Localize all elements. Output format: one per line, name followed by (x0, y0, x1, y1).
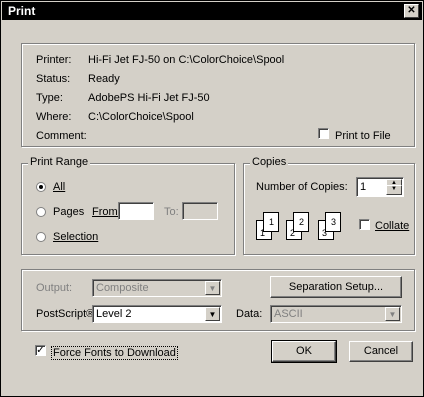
options-group: Output: Composite ▼ PostScript®: Level 2… (21, 269, 415, 331)
print-to-file-checkbox[interactable] (318, 128, 329, 139)
printer-info-group: Printer: Hi-Fi Jet FJ-50 on C:\ColorChoi… (21, 43, 415, 147)
chevron-down-icon[interactable]: ▼ (205, 307, 220, 321)
force-fonts-label[interactable]: Force Fonts to Download (51, 346, 178, 360)
collate-label[interactable]: Collate (375, 220, 409, 232)
pages-radio[interactable] (36, 207, 46, 217)
force-fonts-checkbox[interactable]: ✓ (35, 345, 46, 356)
printer-label: Printer: (36, 54, 72, 66)
output-select[interactable]: Composite ▼ (92, 279, 222, 297)
selection-label[interactable]: Selection (53, 231, 98, 243)
to-input[interactable] (182, 202, 218, 220)
number-of-copies-label: Number of Copies: (256, 181, 348, 193)
print-dialog: Print ✕ Printer: Hi-Fi Jet FJ-50 on C:\C… (0, 0, 424, 397)
all-radio[interactable] (36, 182, 46, 192)
collate-illustration: 1 1 2 2 3 3 (256, 210, 354, 240)
print-range-title: Print Range (28, 156, 91, 168)
print-to-file-label[interactable]: Print to File (335, 130, 391, 142)
where-value: C:\ColorChoice\Spool (88, 111, 194, 123)
type-value: AdobePS Hi-Fi Jet FJ-50 (88, 92, 210, 104)
all-label[interactable]: All (53, 181, 65, 193)
spin-down-icon[interactable]: ▼ (386, 185, 402, 195)
type-label: Type: (36, 92, 63, 104)
where-label: Where: (36, 111, 72, 123)
comment-label: Comment: (36, 130, 87, 142)
window-title: Print (8, 4, 36, 18)
cancel-button[interactable]: Cancel (349, 341, 413, 362)
status-label: Status: (36, 73, 71, 85)
copies-value: 1 (360, 181, 367, 193)
copies-spinner[interactable]: 1 ▲ ▼ (356, 177, 404, 197)
chevron-down-icon[interactable]: ▼ (205, 281, 220, 295)
collate-checkbox[interactable] (359, 219, 370, 230)
page-icon: 2 (293, 212, 309, 232)
postscript-label: PostScript®: (36, 308, 98, 320)
print-range-group: Print Range All Pages From: To: Selectio… (21, 156, 235, 255)
copies-title: Copies (250, 156, 289, 168)
data-label: Data: (236, 308, 263, 320)
from-input[interactable] (118, 202, 154, 220)
selection-radio[interactable] (36, 232, 46, 242)
page-icon: 3 (325, 212, 341, 232)
status-value: Ready (88, 73, 120, 85)
output-label: Output: (36, 282, 73, 294)
to-label: To: (164, 206, 179, 218)
close-icon[interactable]: ✕ (404, 4, 419, 18)
ok-button[interactable]: OK (271, 340, 337, 363)
data-select[interactable]: ASCII ▼ (270, 305, 402, 323)
page-icon: 1 (263, 212, 279, 232)
printer-value: Hi-Fi Jet FJ-50 on C:\ColorChoice\Spool (88, 54, 285, 66)
title-bar[interactable]: Print ✕ (2, 2, 422, 20)
separation-setup-button[interactable]: Separation Setup... (270, 276, 402, 298)
chevron-down-icon[interactable]: ▼ (385, 307, 400, 321)
pages-label[interactable]: Pages (53, 206, 84, 218)
postscript-select[interactable]: Level 2 ▼ (92, 305, 222, 323)
copies-group: Copies Number of Copies: 1 ▲ ▼ 1 1 2 2 3… (243, 156, 415, 255)
from-label: From: (92, 206, 121, 218)
